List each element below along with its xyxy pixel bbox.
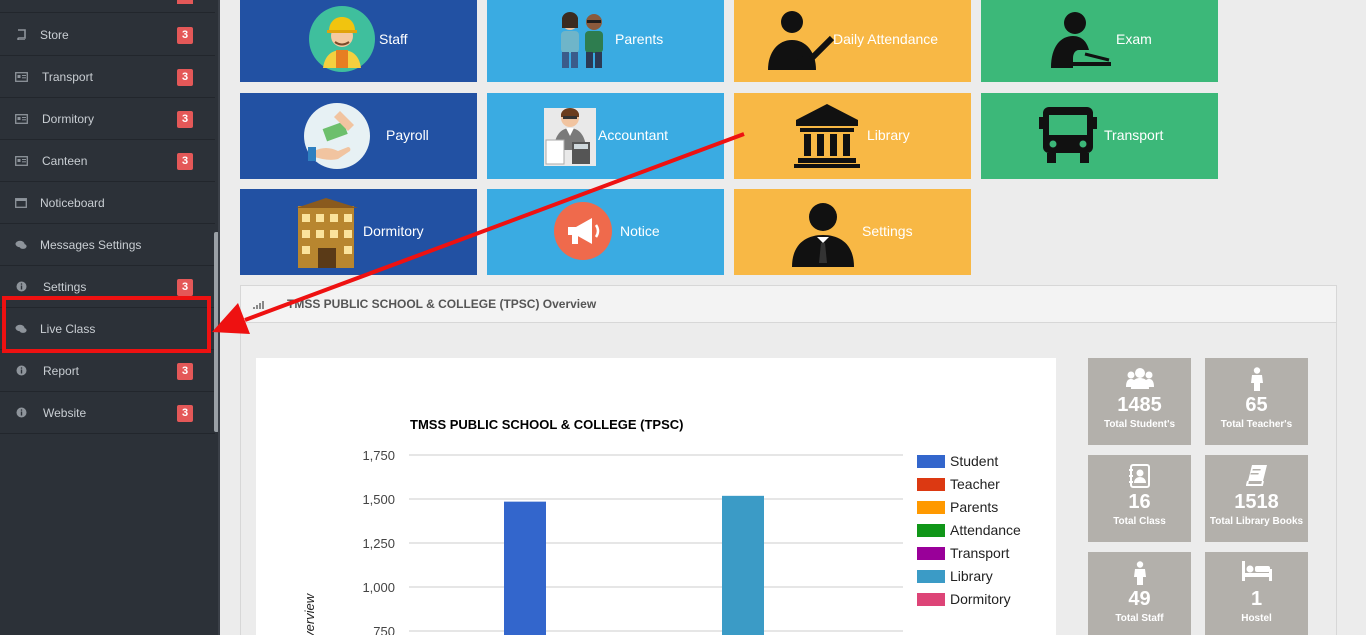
arrow-line	[244, 132, 745, 322]
arrow-head	[212, 303, 250, 334]
annotation-arrow	[212, 132, 745, 334]
